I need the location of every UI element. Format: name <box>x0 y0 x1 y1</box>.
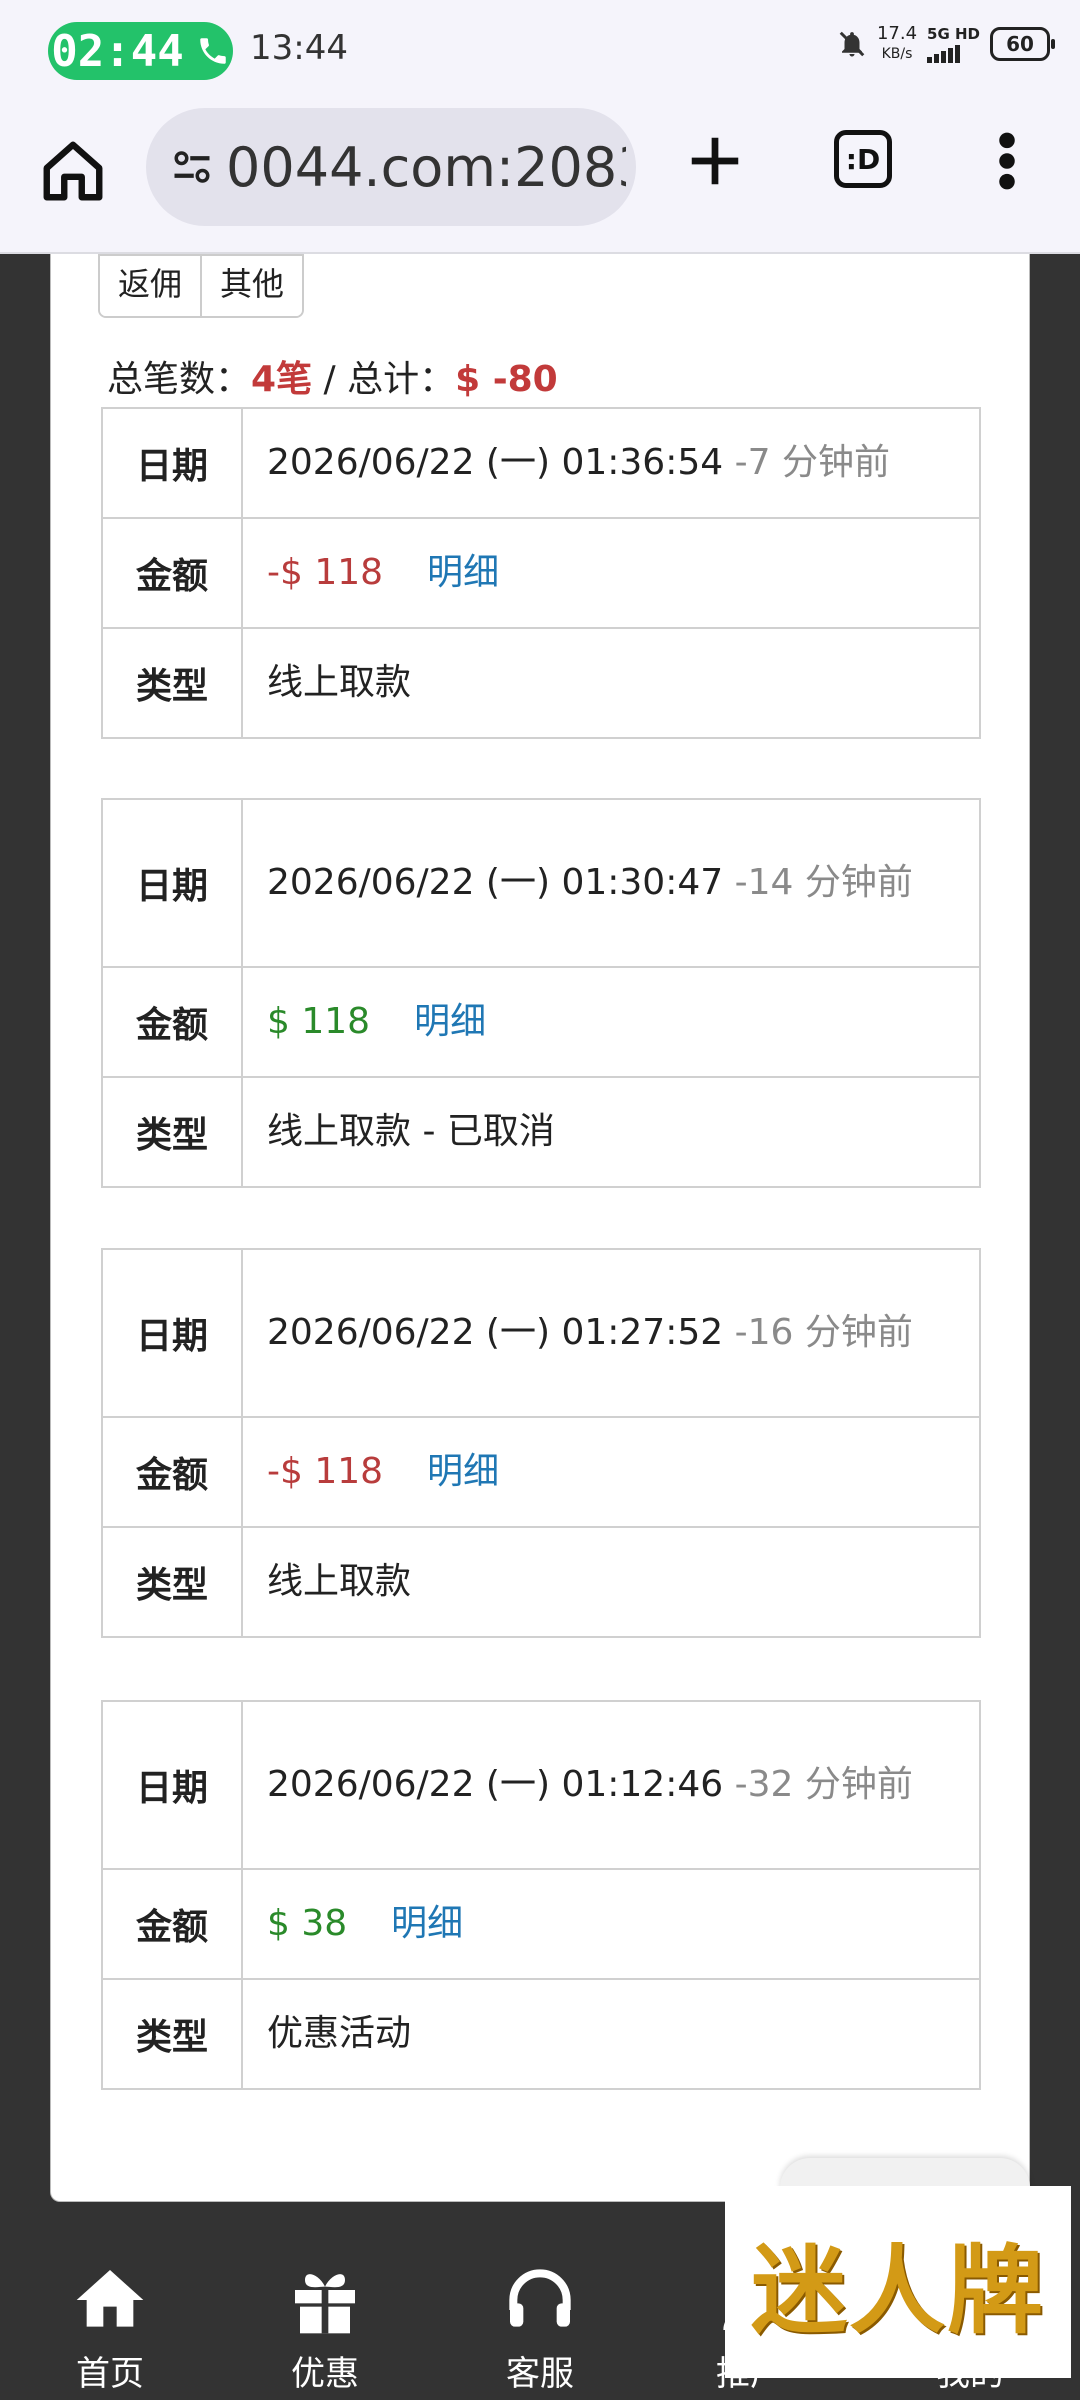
clock: 13:44 <box>250 28 348 68</box>
date-label: 日期 <box>101 407 243 519</box>
filter-tabs: 返佣 其他 <box>98 254 305 318</box>
home-icon[interactable] <box>38 136 108 206</box>
battery-icon: 60 <box>990 27 1055 61</box>
type-label: 类型 <box>101 1526 243 1638</box>
status-icons: 17.4 KB/s 5G HD 60 <box>837 23 1055 64</box>
date-label: 日期 <box>101 798 243 968</box>
date-label: 日期 <box>101 1700 243 1870</box>
tab-rebate[interactable]: 返佣 <box>100 256 201 316</box>
amount-label: 金额 <box>101 517 243 629</box>
date-value: 2026/06/22 (一) 01:36:54 -7 分钟前 <box>241 407 981 519</box>
gift-icon <box>295 2274 355 2334</box>
more-menu-icon[interactable] <box>995 130 1019 192</box>
call-timer: 02:44 <box>51 25 184 77</box>
nav-promo[interactable]: 优惠 <box>255 2260 395 2395</box>
type-value: 优惠活动 <box>241 1978 981 2090</box>
total-label: 总计： <box>347 359 456 400</box>
date-value: 2026/06/22 (一) 01:12:46 -32 分钟前 <box>241 1700 981 1870</box>
type-value: 线上取款 - 已取消 <box>241 1076 981 1188</box>
detail-link[interactable]: 明细 <box>414 1001 486 1042</box>
new-tab-plus-icon[interactable] <box>684 130 746 192</box>
record-card: 日期 2026/06/22 (一) 01:12:46 -32 分钟前 金额 $ … <box>101 1700 981 2090</box>
amount-label: 金额 <box>101 1868 243 1980</box>
records-page: 返佣 其他 总笔数：4笔 / 总计：$ -80 日期 2026/06/22 (一… <box>50 254 1030 2202</box>
amount-value: $ 38 明细 <box>241 1868 981 1980</box>
record-card: 日期 2026/06/22 (一) 01:30:47 -14 分钟前 金额 $ … <box>101 798 981 1188</box>
total-value: $ -80 <box>455 359 558 400</box>
count-value: 4笔 <box>251 359 313 400</box>
date-value: 2026/06/22 (一) 01:27:52 -16 分钟前 <box>241 1248 981 1418</box>
tab-other[interactable]: 其他 <box>200 256 303 316</box>
date-value: 2026/06/22 (一) 01:30:47 -14 分钟前 <box>241 798 981 968</box>
ongoing-call-pill[interactable]: 02:44 <box>48 22 233 80</box>
phone-icon <box>199 38 226 64</box>
signal-bars-icon <box>927 43 980 63</box>
bell-muted-icon <box>839 31 865 57</box>
type-label: 类型 <box>101 1076 243 1188</box>
watermark-logo: 迷人牌 <box>725 2186 1071 2378</box>
amount-value: -$ 118 明细 <box>241 517 981 629</box>
amount-value: $ 118 明细 <box>241 966 981 1078</box>
browser-toolbar: 0044.com:2083 :D <box>0 100 1080 254</box>
nav-service[interactable]: 客服 <box>470 2260 610 2395</box>
type-label: 类型 <box>101 627 243 739</box>
type-value: 线上取款 <box>241 627 981 739</box>
record-card: 日期 2026/06/22 (一) 01:27:52 -16 分钟前 金额 -$… <box>101 1248 981 1638</box>
detail-link[interactable]: 明细 <box>427 552 499 593</box>
home-icon <box>76 2270 144 2327</box>
amount-label: 金额 <box>101 966 243 1078</box>
type-label: 类型 <box>101 1978 243 2090</box>
summary-line: 总笔数：4笔 / 总计：$ -80 <box>107 359 558 400</box>
amount-value: -$ 118 明细 <box>241 1416 981 1528</box>
headset-icon <box>509 2269 571 2327</box>
type-value: 线上取款 <box>241 1526 981 1638</box>
date-label: 日期 <box>101 1248 243 1418</box>
detail-link[interactable]: 明细 <box>427 1451 499 1492</box>
count-label: 总笔数： <box>107 359 252 400</box>
amount-label: 金额 <box>101 1416 243 1528</box>
status-bar: 02:44 13:44 17.4 KB/s 5G HD 60 <box>0 0 1080 100</box>
network-speed: 17.4 KB/s <box>876 23 918 63</box>
tab-switcher-button[interactable]: :D <box>834 130 892 188</box>
nav-home[interactable]: 首页 <box>40 2260 180 2395</box>
address-bar[interactable]: 0044.com:2083 <box>146 108 636 226</box>
site-settings-icon[interactable] <box>168 146 216 188</box>
record-card: 日期 2026/06/22 (一) 01:36:54 -7 分钟前 金额 -$ … <box>101 407 981 739</box>
network-type: 5G HD <box>927 25 980 63</box>
url-text[interactable]: 0044.com:2083 <box>226 136 626 199</box>
detail-link[interactable]: 明细 <box>391 1903 463 1944</box>
